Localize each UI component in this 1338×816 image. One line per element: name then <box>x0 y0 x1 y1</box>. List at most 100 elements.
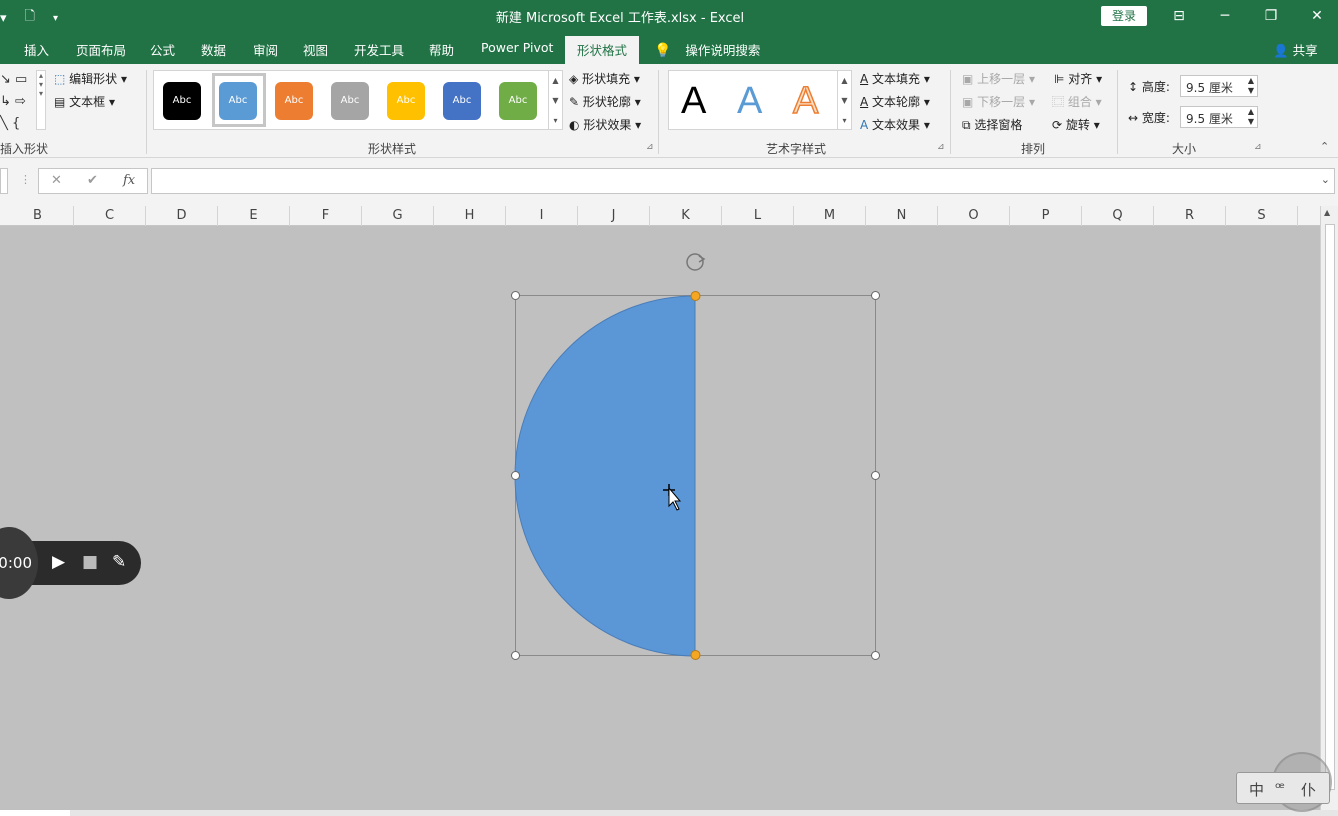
style-swatch-gold[interactable]: Abc <box>387 82 425 120</box>
shapes-gallery-scroll[interactable]: ▴ ▾ ▾ <box>36 70 46 130</box>
ime-toolbar[interactable]: 中 ꟹ 仆 <box>1236 772 1330 804</box>
column-header[interactable]: J <box>578 206 650 226</box>
text-outline-button[interactable]: A 文本轮廓 ▾ <box>860 93 930 110</box>
pen-icon[interactable]: ✎ <box>112 552 126 572</box>
text-box-button[interactable]: ▤ 文本框 ▾ <box>54 93 115 110</box>
login-button[interactable]: 登录 <box>1101 6 1147 26</box>
scroll-up-icon[interactable]: ▲ <box>1324 208 1330 217</box>
style-swatch-gray[interactable]: Abc <box>331 82 369 120</box>
column-header[interactable]: H <box>434 206 506 226</box>
name-box[interactable] <box>0 168 8 194</box>
tab-developer[interactable]: 开发工具 <box>354 40 404 59</box>
insert-function-icon[interactable]: fx <box>123 173 135 188</box>
rotate-handle-icon[interactable] <box>686 253 706 271</box>
column-header[interactable]: L <box>722 206 794 226</box>
align-button[interactable]: ⊫ 对齐 ▾ <box>1054 70 1102 87</box>
gallery-more-icon[interactable]: ▾ <box>548 111 562 129</box>
wordart-orange[interactable]: A <box>792 79 819 123</box>
expand-formula-bar-icon[interactable]: ⌄ <box>1321 173 1330 186</box>
tab-review[interactable]: 审阅 <box>253 40 278 59</box>
style-swatch-dark-blue[interactable]: Abc <box>443 82 481 120</box>
adjust-handle-bottom[interactable] <box>690 650 701 660</box>
shape-outline-button[interactable]: ✎ 形状轮廓 ▾ <box>569 93 641 110</box>
resize-handle-middle-left[interactable] <box>511 471 520 480</box>
style-swatch-blue[interactable]: Abc <box>219 82 257 120</box>
width-input[interactable]: 9.5 厘米 ▲ ▼ <box>1180 106 1258 128</box>
tab-page-layout[interactable]: 页面布局 <box>76 40 126 59</box>
sheet-tab[interactable] <box>0 810 70 816</box>
width-spinner-icon[interactable]: ▲ ▼ <box>1248 107 1254 127</box>
selection-pane-button[interactable]: ⧉ 选择窗格 <box>962 116 1022 133</box>
wordart-black[interactable]: A <box>681 79 706 123</box>
shape-fill-button[interactable]: ◈ 形状填充 ▾ <box>569 70 640 87</box>
wordart-blue[interactable]: A <box>737 79 762 123</box>
style-swatch-orange[interactable]: Abc <box>275 82 313 120</box>
text-fill-button[interactable]: A 文本填充 ▾ <box>860 70 930 87</box>
column-header[interactable]: R <box>1154 206 1226 226</box>
gallery-up-icon[interactable]: ▲ <box>548 71 562 91</box>
ribbon-display-options-icon[interactable]: ⊟ <box>1164 4 1194 28</box>
tab-insert[interactable]: 插入 <box>24 40 49 59</box>
wordart-up-icon[interactable]: ▲ <box>837 71 851 91</box>
column-header[interactable]: M <box>794 206 866 226</box>
tab-data[interactable]: 数据 <box>201 40 226 59</box>
tab-power-pivot[interactable]: Power Pivot <box>481 40 553 55</box>
group-button[interactable]: ⿴ 组合 ▾ <box>1052 93 1102 110</box>
ime-chinese-mode[interactable]: 中 <box>1249 779 1264 800</box>
resize-handle-top-right[interactable] <box>871 291 880 300</box>
tell-me-search[interactable]: 💡 操作说明搜索 <box>654 40 760 59</box>
dialog-launcher-icon[interactable]: ⊿ <box>1254 142 1262 152</box>
collapse-ribbon-icon[interactable]: ⌃ <box>1320 140 1329 153</box>
height-input[interactable]: 9.5 厘米 ▲ ▼ <box>1180 75 1258 97</box>
play-icon[interactable]: ▶ <box>52 552 65 572</box>
worksheet-grid[interactable] <box>0 226 1320 810</box>
bring-forward-button[interactable]: ▣ 上移一层 ▾ <box>962 70 1035 87</box>
enter-icon[interactable]: ✔ <box>87 173 98 188</box>
tab-help[interactable]: 帮助 <box>429 40 454 59</box>
text-effects-button[interactable]: A 文本效果 ▾ <box>860 116 930 133</box>
restore-button[interactable]: ❐ <box>1256 4 1286 28</box>
resize-handle-bottom-right[interactable] <box>871 651 880 660</box>
ime-settings-icon[interactable]: 仆 <box>1301 779 1316 800</box>
wordart-more-icon[interactable]: ▾ <box>837 111 851 129</box>
resize-handle-middle-right[interactable] <box>871 471 880 480</box>
formula-input[interactable]: ⌄ <box>151 168 1335 194</box>
close-button[interactable]: ✕ <box>1302 4 1332 28</box>
column-header[interactable]: K <box>650 206 722 226</box>
style-swatch-green[interactable]: Abc <box>499 82 537 120</box>
column-header[interactable]: S <box>1226 206 1298 226</box>
dialog-launcher-icon[interactable]: ⊿ <box>937 142 945 152</box>
share-button[interactable]: 👤 共享 <box>1273 40 1318 59</box>
minimize-button[interactable]: ─ <box>1210 4 1240 28</box>
column-header[interactable]: I <box>506 206 578 226</box>
half-circle-shape[interactable] <box>514 295 696 657</box>
send-backward-button[interactable]: ▣ 下移一层 ▾ <box>962 93 1035 110</box>
wordart-down-icon[interactable]: ▼ <box>837 91 851 111</box>
gallery-down-icon[interactable]: ▼ <box>548 91 562 111</box>
tab-formulas[interactable]: 公式 <box>150 40 175 59</box>
edit-shape-button[interactable]: ⬚ 编辑形状 ▾ <box>54 70 127 87</box>
dialog-launcher-icon[interactable]: ⊿ <box>646 142 654 152</box>
vertical-scrollbar[interactable]: ▲ ▼ <box>1320 206 1338 810</box>
column-header[interactable]: O <box>938 206 1010 226</box>
column-header[interactable]: Q <box>1082 206 1154 226</box>
tab-shape-format[interactable]: 形状格式 <box>565 36 640 67</box>
rotate-button[interactable]: ⟳ 旋转 ▾ <box>1052 116 1100 133</box>
shape-effects-button[interactable]: ◐ 形状效果 ▾ <box>569 116 641 133</box>
column-header[interactable]: D <box>146 206 218 226</box>
column-header[interactable]: P <box>1010 206 1082 226</box>
column-header[interactable]: F <box>290 206 362 226</box>
adjust-handle-top[interactable] <box>690 291 701 301</box>
stop-icon[interactable]: ■ <box>82 552 98 572</box>
column-header[interactable]: G <box>362 206 434 226</box>
ime-moon-icon[interactable]: ꟹ <box>1275 779 1285 797</box>
column-header[interactable]: E <box>218 206 290 226</box>
column-header[interactable]: C <box>74 206 146 226</box>
column-header[interactable]: N <box>866 206 938 226</box>
tab-view[interactable]: 视图 <box>303 40 328 59</box>
resize-handle-top-left[interactable] <box>511 291 520 300</box>
cancel-icon[interactable]: ✕ <box>51 173 62 188</box>
height-spinner-icon[interactable]: ▲ ▼ <box>1248 76 1254 96</box>
scroll-thumb[interactable] <box>1325 224 1335 790</box>
resize-handle-bottom-left[interactable] <box>511 651 520 660</box>
